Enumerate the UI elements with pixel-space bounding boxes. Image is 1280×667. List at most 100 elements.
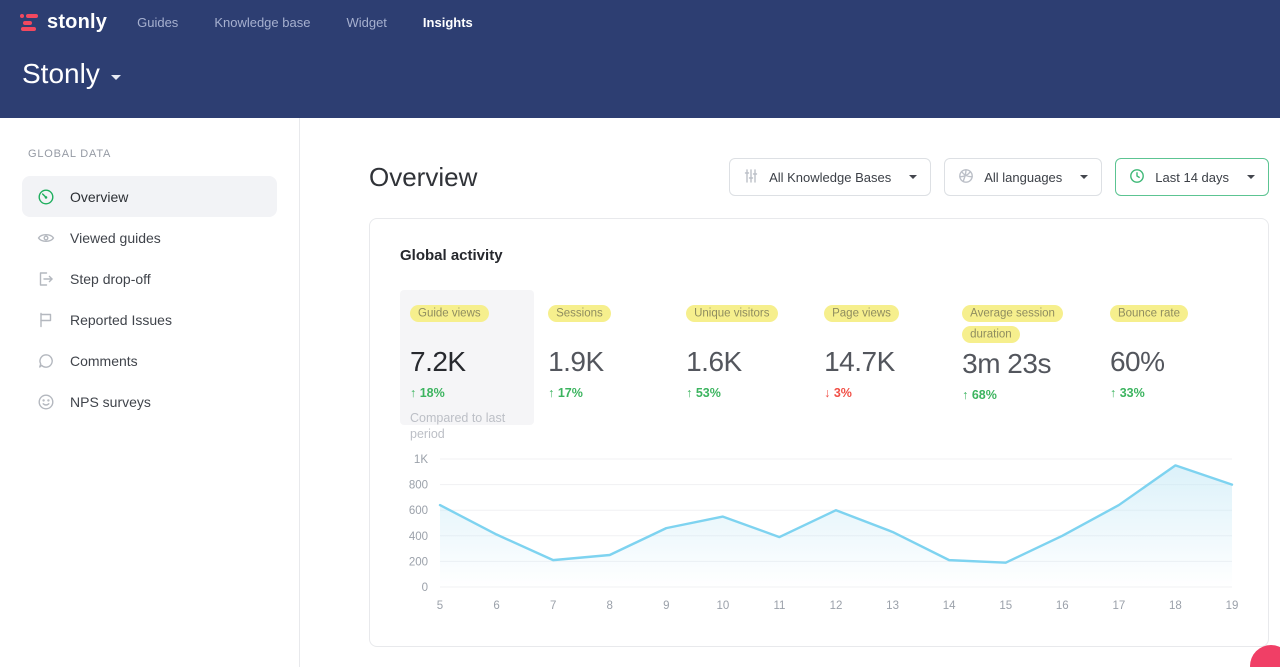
svg-text:600: 600 <box>409 505 428 517</box>
chevron-down-icon <box>1247 175 1255 179</box>
sidebar-section-label: GLOBAL DATA <box>0 148 299 160</box>
sidebar-item-label: Step drop-off <box>70 271 151 287</box>
svg-text:1K: 1K <box>414 454 428 466</box>
sidebar-item-label: Viewed guides <box>70 230 161 246</box>
sliders-icon <box>743 168 759 187</box>
svg-text:14: 14 <box>943 600 956 612</box>
global-activity-card: Global activity Guide views 7.2K ↑ 18% C… <box>369 218 1269 647</box>
metric-value: 1.6K <box>686 346 804 378</box>
filter-value: All Knowledge Bases <box>769 170 891 185</box>
top-nav: stonly Guides Knowledge base Widget Insi… <box>20 0 1260 40</box>
metrics-row: Guide views 7.2K ↑ 18% Compared to last … <box>400 290 1238 425</box>
arrow-up-icon: ↑ <box>686 386 692 400</box>
sidebar-item-viewed-guides[interactable]: Viewed guides <box>22 217 277 258</box>
svg-text:17: 17 <box>1112 600 1125 612</box>
language-filter-dropdown[interactable]: All languages <box>944 158 1102 196</box>
metric-label: Guide views <box>410 305 489 322</box>
metric-label: Bounce rate <box>1110 305 1188 322</box>
workspace-title: Stonly <box>22 58 100 90</box>
sidebar-item-reported-issues[interactable]: Reported Issues <box>22 299 277 340</box>
filter-value: Last 14 days <box>1155 170 1229 185</box>
sidebar-item-label: Overview <box>70 189 128 205</box>
arrow-down-icon: ↓ <box>824 386 830 400</box>
sidebar-item-label: NPS surveys <box>70 394 151 410</box>
main-content: Overview All Knowledge Bases All languag… <box>300 118 1280 667</box>
filter-value: All languages <box>984 170 1062 185</box>
metric-change: ↑ 17% <box>548 386 666 400</box>
metric-label: Unique visitors <box>686 305 777 322</box>
chevron-down-icon <box>1080 175 1088 179</box>
metric-value: 1.9K <box>548 346 666 378</box>
metric-guide-views[interactable]: Guide views 7.2K ↑ 18% Compared to last … <box>400 290 534 425</box>
metric-average-session-duration[interactable]: Average session duration 3m 23s ↑ 68% <box>952 290 1100 425</box>
metric-unique-visitors[interactable]: Unique visitors 1.6K ↑ 53% <box>676 290 814 425</box>
chevron-down-icon <box>909 175 917 179</box>
step-exit-icon <box>37 270 55 288</box>
chevron-down-icon <box>111 75 121 80</box>
app-header: stonly Guides Knowledge base Widget Insi… <box>0 0 1280 118</box>
metric-bounce-rate[interactable]: Bounce rate 60% ↑ 33% <box>1100 290 1238 425</box>
metric-label: Sessions <box>548 305 611 322</box>
svg-text:18: 18 <box>1169 600 1182 612</box>
svg-text:8: 8 <box>607 600 613 612</box>
svg-text:13: 13 <box>886 600 899 612</box>
card-title: Global activity <box>400 247 1238 264</box>
date-range-filter-dropdown[interactable]: Last 14 days <box>1115 158 1269 196</box>
metric-value: 3m 23s <box>962 348 1090 380</box>
activity-area-chart[interactable]: 1K80060040020005678910111213141516171819 <box>400 447 1238 624</box>
knowledge-base-filter-dropdown[interactable]: All Knowledge Bases <box>729 158 931 196</box>
smiley-icon <box>37 393 55 411</box>
svg-text:19: 19 <box>1226 600 1239 612</box>
nav-item-knowledge-base[interactable]: Knowledge base <box>214 15 310 30</box>
metric-change: ↑ 68% <box>962 388 1090 402</box>
arrow-up-icon: ↑ <box>548 386 554 400</box>
arrow-up-icon: ↑ <box>1110 386 1116 400</box>
sidebar-item-nps-surveys[interactable]: NPS surveys <box>22 381 277 422</box>
svg-text:9: 9 <box>663 600 669 612</box>
metric-change: ↑ 18% <box>410 386 524 400</box>
metric-sessions[interactable]: Sessions 1.9K ↑ 17% <box>538 290 676 425</box>
stonly-logo-icon <box>20 13 40 31</box>
metric-label: Page views <box>824 305 899 322</box>
sidebar-item-label: Reported Issues <box>70 312 172 328</box>
nav-item-guides[interactable]: Guides <box>137 15 178 30</box>
svg-text:7: 7 <box>550 600 556 612</box>
sidebar-item-overview[interactable]: Overview <box>22 176 277 217</box>
sidebar-item-comments[interactable]: Comments <box>22 340 277 381</box>
workspace-switcher[interactable]: Stonly <box>22 58 121 90</box>
clock-icon <box>1129 168 1145 187</box>
nav-item-insights[interactable]: Insights <box>423 15 473 30</box>
sidebar: GLOBAL DATA Overview Viewed guides Step … <box>0 118 300 667</box>
metric-note: Compared to last period <box>410 410 515 442</box>
page-title: Overview <box>369 162 477 193</box>
svg-text:16: 16 <box>1056 600 1069 612</box>
svg-text:15: 15 <box>999 600 1012 612</box>
metric-change: ↑ 53% <box>686 386 804 400</box>
metric-change: ↓ 3% <box>824 386 942 400</box>
arrow-up-icon: ↑ <box>962 388 968 402</box>
svg-text:800: 800 <box>409 480 428 492</box>
nav-item-widget[interactable]: Widget <box>346 15 386 30</box>
sidebar-item-step-drop-off[interactable]: Step drop-off <box>22 258 277 299</box>
svg-text:400: 400 <box>409 531 428 543</box>
metric-value: 7.2K <box>410 346 524 378</box>
metric-value: 60% <box>1110 346 1228 378</box>
svg-text:200: 200 <box>409 556 428 568</box>
metric-page-views[interactable]: Page views 14.7K ↓ 3% <box>814 290 952 425</box>
stonly-logo-text: stonly <box>47 11 107 34</box>
metric-value: 14.7K <box>824 346 942 378</box>
sidebar-item-label: Comments <box>70 353 138 369</box>
filter-bar: All Knowledge Bases All languages Last 1… <box>729 158 1269 196</box>
svg-text:0: 0 <box>422 582 428 594</box>
svg-text:6: 6 <box>493 600 499 612</box>
svg-text:12: 12 <box>830 600 843 612</box>
area-chart-canvas: 1K80060040020005678910111213141516171819 <box>400 447 1240 619</box>
comment-icon <box>37 352 55 370</box>
stonly-logo[interactable]: stonly <box>20 11 107 34</box>
flag-icon <box>37 311 55 329</box>
arrow-up-icon: ↑ <box>410 386 416 400</box>
eye-icon <box>37 229 55 247</box>
gauge-icon <box>37 188 55 206</box>
metric-label: Average session duration <box>962 305 1063 343</box>
metric-change: ↑ 33% <box>1110 386 1228 400</box>
